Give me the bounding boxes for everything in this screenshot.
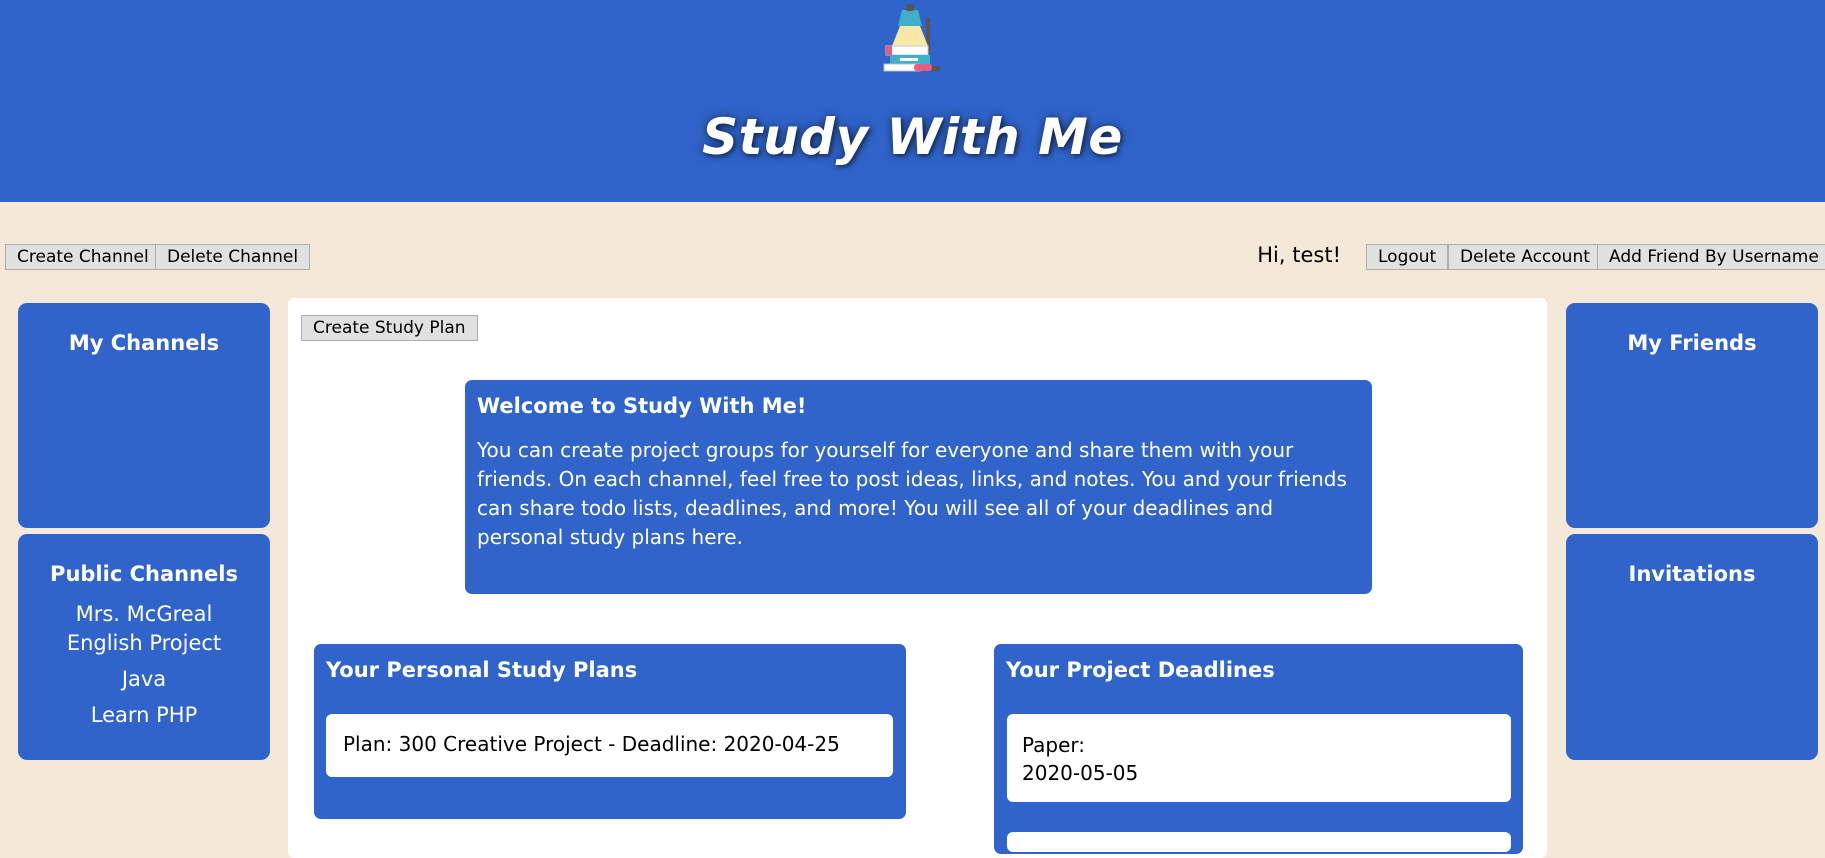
deadlines-title: Your Project Deadlines [1006, 658, 1275, 682]
deadline-date: 2020-05-05 [1022, 761, 1139, 785]
my-channels-title: My Channels [68, 331, 220, 355]
add-friend-button[interactable]: Add Friend By Username [1597, 244, 1825, 270]
deadline-card[interactable]: Paper: 2020-05-05 [1007, 714, 1511, 802]
desk-lamp-books-logo [883, 4, 940, 72]
my-friends-panel: My Friends [1566, 303, 1818, 528]
study-plan-text: Plan: 300 Creative Project - Deadline: 2… [343, 732, 840, 756]
user-greeting: Hi, test! [1257, 243, 1341, 267]
create-study-plan-button[interactable]: Create Study Plan [301, 315, 478, 341]
deadline-card[interactable] [1007, 832, 1511, 852]
welcome-text: You can create project groups for yourse… [477, 438, 1347, 549]
public-channels-panel: Public Channels Mrs. McGreal English Pro… [18, 534, 270, 760]
welcome-box: Welcome to Study With Me! You can create… [465, 380, 1372, 594]
my-channels-panel: My Channels [18, 303, 270, 528]
public-channel-list: Mrs. McGreal English Project Java Learn … [18, 600, 270, 730]
study-plans-title: Your Personal Study Plans [326, 658, 638, 682]
delete-channel-button[interactable]: Delete Channel [155, 244, 311, 270]
invitations-title: Invitations [1628, 562, 1756, 586]
channel-item[interactable]: Mrs. McGreal English Project [37, 600, 251, 658]
welcome-title: Welcome to Study With Me! [477, 394, 807, 418]
deadline-name: Paper: [1022, 733, 1086, 757]
logout-button[interactable]: Logout [1366, 244, 1449, 270]
delete-account-button[interactable]: Delete Account [1448, 244, 1602, 270]
site-header: Study With Me [0, 0, 1825, 202]
my-friends-title: My Friends [1627, 331, 1757, 355]
invitations-panel: Invitations [1566, 534, 1818, 760]
channel-item[interactable]: Learn PHP [18, 701, 270, 730]
study-plan-card[interactable]: Plan: 300 Creative Project - Deadline: 2… [326, 714, 893, 777]
page-title: Study With Me [702, 108, 1123, 166]
create-channel-button[interactable]: Create Channel [5, 244, 161, 270]
channel-item[interactable]: Java [18, 665, 270, 694]
public-channels-title: Public Channels [50, 562, 238, 586]
